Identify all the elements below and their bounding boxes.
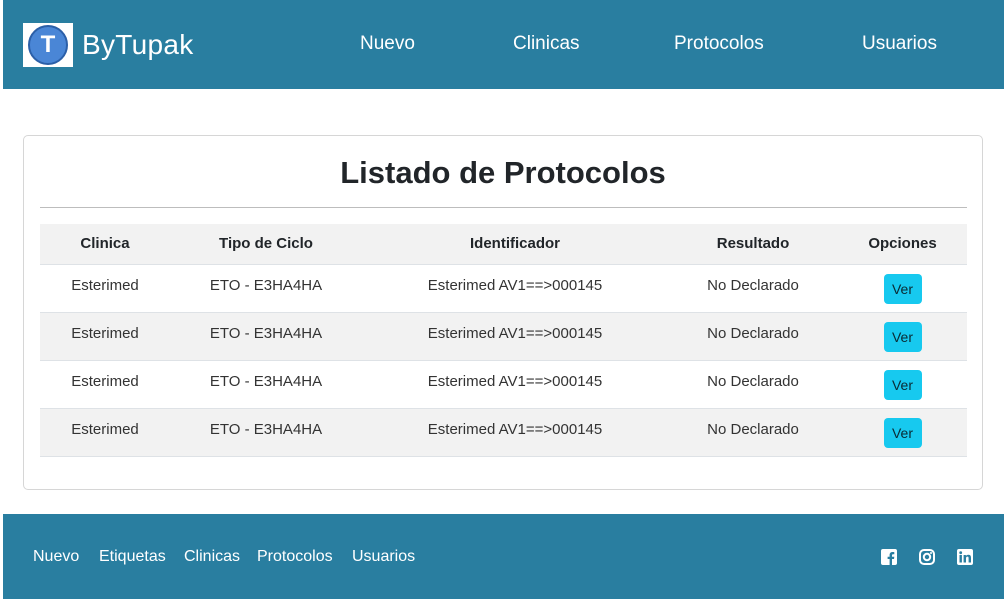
page-edge xyxy=(0,0,3,599)
title-divider xyxy=(40,207,967,208)
table-row: Esterimed ETO - E3HA4HA Esterimed AV1==>… xyxy=(40,407,967,457)
nav-link-nuevo[interactable]: Nuevo xyxy=(360,33,415,55)
cell-tipo-ciclo: ETO - E3HA4HA xyxy=(170,359,362,408)
column-header-opciones: Opciones xyxy=(838,224,967,264)
cell-identificador: Esterimed AV1==>000145 xyxy=(362,263,668,312)
cell-opciones: Ver xyxy=(838,359,967,408)
footer-link-clinicas[interactable]: Clinicas xyxy=(184,548,240,566)
table-row: Esterimed ETO - E3HA4HA Esterimed AV1==>… xyxy=(40,311,967,360)
page-title: Listado de Protocolos xyxy=(340,155,666,190)
column-header-tipo-ciclo: Tipo de Ciclo xyxy=(170,224,362,264)
table-row: Esterimed ETO - E3HA4HA Esterimed AV1==>… xyxy=(40,359,967,408)
cell-clinica: Esterimed xyxy=(40,359,170,408)
top-navbar: T ByTupak Nuevo Clinicas Protocolos Usua… xyxy=(3,0,1004,89)
linkedin-icon[interactable] xyxy=(957,549,973,565)
cell-tipo-ciclo: ETO - E3HA4HA xyxy=(170,407,362,457)
table-header-row: Clinica Tipo de Ciclo Identificador Resu… xyxy=(40,224,967,264)
cell-clinica: Esterimed xyxy=(40,263,170,312)
facebook-icon[interactable] xyxy=(881,549,897,565)
cell-opciones: Ver xyxy=(838,407,967,457)
cell-opciones: Ver xyxy=(838,263,967,312)
ver-button[interactable]: Ver xyxy=(883,369,922,400)
table-row: Esterimed ETO - E3HA4HA Esterimed AV1==>… xyxy=(40,263,967,312)
cell-identificador: Esterimed AV1==>000145 xyxy=(362,311,668,360)
column-header-clinica: Clinica xyxy=(40,224,170,264)
column-header-resultado: Resultado xyxy=(668,224,838,264)
nav-link-protocolos[interactable]: Protocolos xyxy=(674,33,764,55)
main-nav: Nuevo Clinicas Protocolos Usuarios xyxy=(3,0,1004,89)
ver-button[interactable]: Ver xyxy=(883,321,922,352)
cell-resultado: No Declarado xyxy=(668,263,838,312)
cell-opciones: Ver xyxy=(838,311,967,360)
ver-button[interactable]: Ver xyxy=(883,273,922,304)
instagram-icon[interactable] xyxy=(919,549,935,565)
cell-resultado: No Declarado xyxy=(668,311,838,360)
footer-link-usuarios[interactable]: Usuarios xyxy=(352,548,415,566)
column-header-identificador: Identificador xyxy=(362,224,668,264)
cell-identificador: Esterimed AV1==>000145 xyxy=(362,359,668,408)
cell-clinica: Esterimed xyxy=(40,407,170,457)
cell-tipo-ciclo: ETO - E3HA4HA xyxy=(170,311,362,360)
ver-button[interactable]: Ver xyxy=(883,417,922,448)
cell-resultado: No Declarado xyxy=(668,359,838,408)
footer-link-nuevo[interactable]: Nuevo xyxy=(33,548,79,566)
footer-link-protocolos[interactable]: Protocolos xyxy=(257,548,333,566)
footer-link-etiquetas[interactable]: Etiquetas xyxy=(99,548,166,566)
nav-link-clinicas[interactable]: Clinicas xyxy=(513,33,580,55)
cell-resultado: No Declarado xyxy=(668,407,838,457)
cell-identificador: Esterimed AV1==>000145 xyxy=(362,407,668,457)
footer: Nuevo Etiquetas Clinicas Protocolos Usua… xyxy=(3,514,1004,599)
nav-link-usuarios[interactable]: Usuarios xyxy=(862,33,937,55)
cell-tipo-ciclo: ETO - E3HA4HA xyxy=(170,263,362,312)
cell-clinica: Esterimed xyxy=(40,311,170,360)
protocols-table: Clinica Tipo de Ciclo Identificador Resu… xyxy=(40,224,967,457)
protocol-list-card: Listado de Protocolos Clinica Tipo de Ci… xyxy=(23,135,983,490)
